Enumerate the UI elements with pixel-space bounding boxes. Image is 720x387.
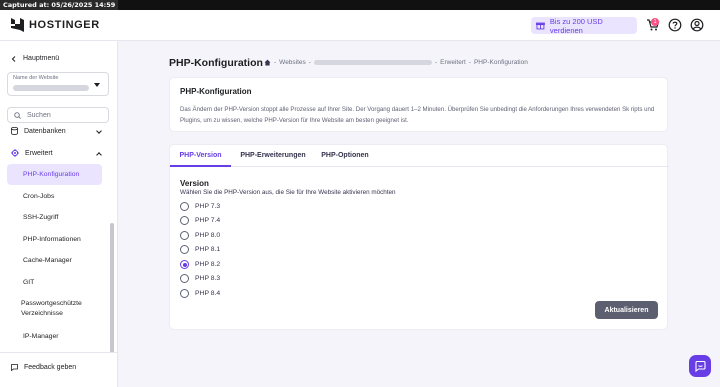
- sidebar-item-ip-manager[interactable]: IP-Manager: [7, 332, 102, 342]
- update-button[interactable]: Aktualisieren: [595, 301, 658, 319]
- website-selector[interactable]: Name der Website: [7, 72, 109, 96]
- info-card: PHP-Konfiguration Das Ändern der PHP-Ver…: [169, 77, 668, 132]
- hostinger-logo[interactable]: HOSTINGER: [11, 18, 100, 32]
- sidebar-item-label: GIT: [23, 279, 35, 286]
- version-title: Version: [180, 179, 209, 188]
- back-to-main-menu[interactable]: Hauptmenü: [11, 55, 59, 62]
- page-title: PHP-Konfiguration: [169, 57, 263, 69]
- version-option-label: PHP 8.1: [195, 246, 221, 253]
- breadcrumb-website-redacted[interactable]: [313, 60, 432, 65]
- sidebar-item-label: Passwortgeschützte: [21, 300, 82, 307]
- sidebar-item-label: Cache-Manager: [23, 257, 72, 264]
- version-option-php83[interactable]: PHP 8.3: [180, 274, 220, 283]
- chat-button[interactable]: [689, 355, 711, 377]
- chevron-up-icon: [96, 152, 102, 158]
- sidebar-item-git[interactable]: GIT: [7, 278, 102, 288]
- top-header: HOSTINGER Bis zu 200 USD verdienen 1: [0, 10, 720, 41]
- feedback-label: Feedback geben: [24, 364, 77, 371]
- version-option-php81[interactable]: PHP 8.1: [180, 245, 220, 254]
- referral-label: Bis zu 200 USD verdienen: [549, 16, 603, 35]
- info-card-description: Das Ändern der PHP-Version stoppt alle P…: [180, 106, 655, 124]
- breadcrumb-separator: -: [274, 59, 277, 66]
- sidebar-group-databases[interactable]: Datenbanken: [11, 127, 102, 135]
- sidebar-item-label: SSH-Zugriff: [23, 214, 59, 221]
- database-icon: [11, 127, 18, 135]
- hostinger-logo-icon: [11, 18, 24, 32]
- chevron-down-icon: [96, 128, 102, 134]
- version-subtitle: Wählen Sie die PHP-Version aus, die Sie …: [180, 189, 396, 196]
- radio-button-selected[interactable]: [180, 260, 189, 269]
- capture-strip: Captured at: 05/26/2025 14:59: [0, 0, 720, 10]
- version-option-label: PHP 8.0: [195, 232, 221, 239]
- gear-icon: [11, 149, 19, 157]
- chevron-left-icon: [11, 55, 16, 62]
- version-option-php84[interactable]: PHP 8.4: [180, 289, 220, 298]
- sidebar-divider: [0, 352, 118, 353]
- sidebar-item-cron-jobs[interactable]: Cron-Jobs: [7, 192, 102, 202]
- referral-button[interactable]: Bis zu 200 USD verdienen: [531, 16, 637, 35]
- sidebar-item-php-configuration[interactable]: PHP-Konfiguration: [7, 164, 102, 185]
- feedback-button[interactable]: Feedback geben: [11, 364, 76, 371]
- tab-bar: PHP-Version PHP-Erweiterungen PHP-Option…: [170, 145, 669, 167]
- version-option-label: PHP 7.4: [195, 217, 221, 224]
- sidebar-item-cache-manager[interactable]: Cache-Manager: [7, 256, 102, 266]
- sidebar-search[interactable]: [7, 107, 109, 123]
- version-option-label: PHP 7.3: [195, 203, 221, 210]
- sidebar-scrollbar[interactable]: [110, 223, 114, 353]
- capture-timestamp: Captured at: 05/26/2025 14:59: [0, 0, 119, 10]
- sidebar-group-advanced[interactable]: Erweitert: [11, 149, 102, 158]
- website-selector-label: Name der Website: [13, 75, 59, 81]
- breadcrumb-current: PHP-Konfiguration: [473, 59, 528, 66]
- radio-button[interactable]: [180, 274, 189, 283]
- sidebar-item-php-info[interactable]: PHP-Informationen: [7, 235, 102, 245]
- feedback-icon: [11, 364, 18, 371]
- sidebar-item-label: Verzeichnisse: [21, 310, 63, 317]
- search-icon: [14, 111, 21, 119]
- tab-php-extensions[interactable]: PHP-Erweiterungen: [231, 145, 315, 167]
- cart-badge: 1: [651, 18, 659, 26]
- version-option-php82[interactable]: PHP 8.2: [180, 260, 220, 269]
- version-option-php80[interactable]: PHP 8.0: [180, 231, 220, 240]
- version-option-php74[interactable]: PHP 7.4: [180, 216, 220, 225]
- chevron-down-icon: [94, 83, 100, 87]
- php-settings-card: PHP-Version PHP-Erweiterungen PHP-Option…: [169, 144, 669, 330]
- breadcrumb-separator: -: [308, 59, 311, 66]
- sidebar-item-label: PHP-Konfiguration: [23, 171, 80, 178]
- tab-php-options[interactable]: PHP-Optionen: [315, 145, 375, 167]
- sidebar-item-label: PHP-Informationen: [23, 236, 81, 243]
- sidebar-item-label: Cron-Jobs: [23, 193, 55, 200]
- brand-name: HOSTINGER: [29, 19, 100, 31]
- back-label: Hauptmenü: [23, 55, 60, 62]
- sidebar-group-label: Datenbanken: [24, 127, 66, 135]
- help-icon[interactable]: [668, 18, 682, 32]
- website-name-redacted: [13, 85, 89, 91]
- sidebar-item-ssh-access[interactable]: SSH-Zugriff: [7, 213, 102, 223]
- version-option-php73[interactable]: PHP 7.3: [180, 202, 220, 211]
- search-input[interactable]: [27, 111, 97, 119]
- sidebar: Hauptmenü Name der Website Datenbanken E…: [0, 41, 118, 387]
- info-card-title: PHP-Konfiguration: [180, 87, 252, 96]
- breadcrumb-separator: -: [468, 59, 471, 66]
- breadcrumb: - Websites - - Erweitert - PHP-Konfigura…: [264, 59, 528, 66]
- sidebar-item-label: IP-Manager: [23, 333, 59, 340]
- account-icon[interactable]: [690, 18, 704, 32]
- radio-button[interactable]: [180, 289, 189, 298]
- tab-php-version[interactable]: PHP-Version: [170, 145, 231, 167]
- sidebar-group-label: Erweitert: [25, 149, 53, 157]
- version-option-label: PHP 8.3: [195, 275, 221, 282]
- breadcrumb-advanced[interactable]: Erweitert: [440, 59, 466, 66]
- breadcrumb-separator: -: [434, 59, 438, 66]
- gift-icon: [536, 22, 545, 30]
- home-icon[interactable]: [264, 59, 271, 66]
- version-option-label: PHP 8.2: [195, 261, 221, 268]
- version-option-label: PHP 8.4: [195, 290, 221, 297]
- chat-icon: [694, 360, 706, 372]
- radio-button[interactable]: [180, 202, 189, 211]
- sidebar-item-protected-directories[interactable]: Passwortgeschützte Verzeichnisse: [7, 299, 102, 319]
- radio-button[interactable]: [180, 245, 189, 254]
- radio-button[interactable]: [180, 231, 189, 240]
- radio-button[interactable]: [180, 216, 189, 225]
- breadcrumb-websites[interactable]: Websites: [279, 59, 306, 66]
